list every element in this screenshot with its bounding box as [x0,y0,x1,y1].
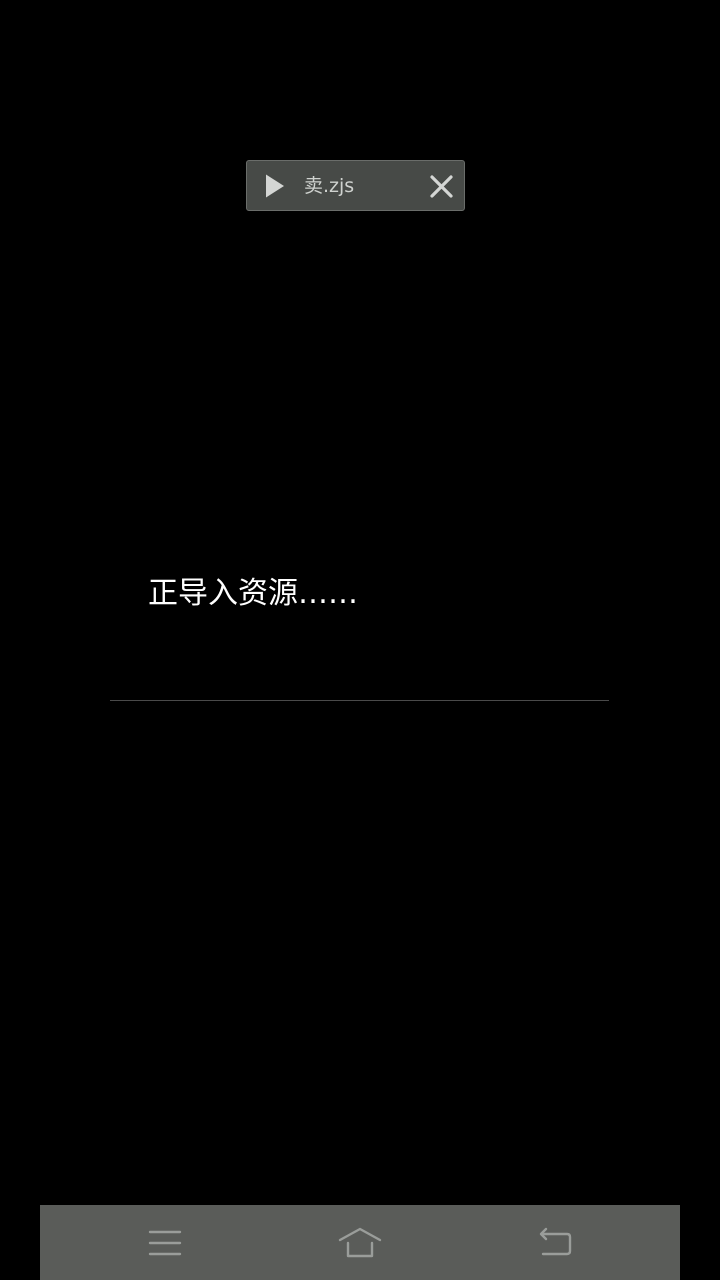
back-icon[interactable] [533,1223,577,1263]
home-icon[interactable] [338,1223,382,1263]
menu-icon[interactable] [143,1223,187,1263]
dialog-divider [110,700,609,701]
loading-message: 正导入资源…… [148,576,358,611]
script-control-chip: 卖.zjs [246,160,465,211]
navigation-bar [40,1205,680,1280]
script-file-name: 卖.zjs [304,175,355,197]
play-icon[interactable] [264,173,286,199]
app-screen: 卖.zjs 正导入资源…… [0,0,720,1280]
close-icon[interactable] [429,174,454,199]
